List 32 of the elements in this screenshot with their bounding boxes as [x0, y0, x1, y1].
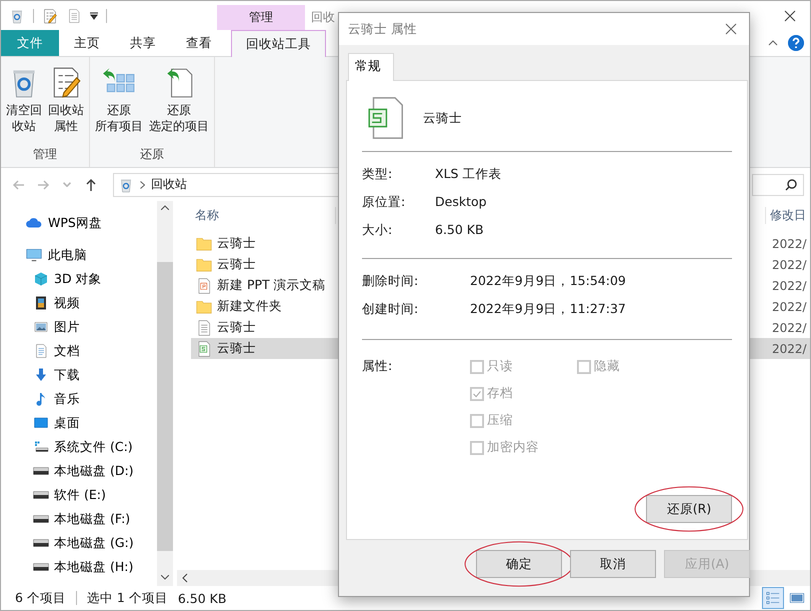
file-name: 云骑士 — [217, 256, 256, 273]
property-label: 创建时间: — [362, 301, 420, 317]
file-name: 新建 PPT 演示文稿 — [217, 277, 326, 294]
property-label: 类型: — [362, 166, 394, 182]
property-value: XLS 工作表 — [435, 166, 502, 182]
group-label: 管理 — [32, 146, 58, 163]
selection-size: 6.50 KB — [178, 590, 226, 606]
file-name: 云骑士 — [217, 340, 256, 357]
group-label: 还原 — [139, 146, 165, 163]
file-date: 2022/ — [771, 342, 808, 356]
file-date: 2022/ — [771, 278, 808, 292]
file-name: 云骑士 — [217, 235, 256, 252]
context-tab-group: 管理 — [217, 5, 305, 30]
file-name: 云骑士 — [217, 319, 256, 336]
property-value: 2022年9月9日，15:54:09 — [470, 273, 627, 289]
property-label: 属性: — [362, 358, 394, 375]
property-value: Desktop — [435, 194, 488, 210]
file-date: 2022/ — [771, 236, 808, 250]
selection-count: 选中 1 个项目 — [86, 590, 168, 606]
property-value: 2022年9月9日，11:27:37 — [470, 301, 627, 317]
file-date: 2022/ — [771, 320, 808, 334]
property-value: 6.50 KB — [435, 222, 485, 238]
file-date: 2022/ — [771, 300, 808, 314]
item-count: 6 个项目 — [15, 590, 66, 606]
window-title: 回收 — [310, 9, 336, 26]
dialog-title: 云骑士 属性 — [348, 20, 417, 38]
file-name: 新建文件夹 — [217, 298, 282, 315]
file-date: 2022/ — [771, 258, 808, 272]
property-label: 删除时间: — [362, 273, 420, 289]
property-label: 原位置: — [362, 194, 406, 210]
property-label: 大小: — [362, 222, 394, 238]
file-name: 云骑士 — [423, 110, 462, 126]
